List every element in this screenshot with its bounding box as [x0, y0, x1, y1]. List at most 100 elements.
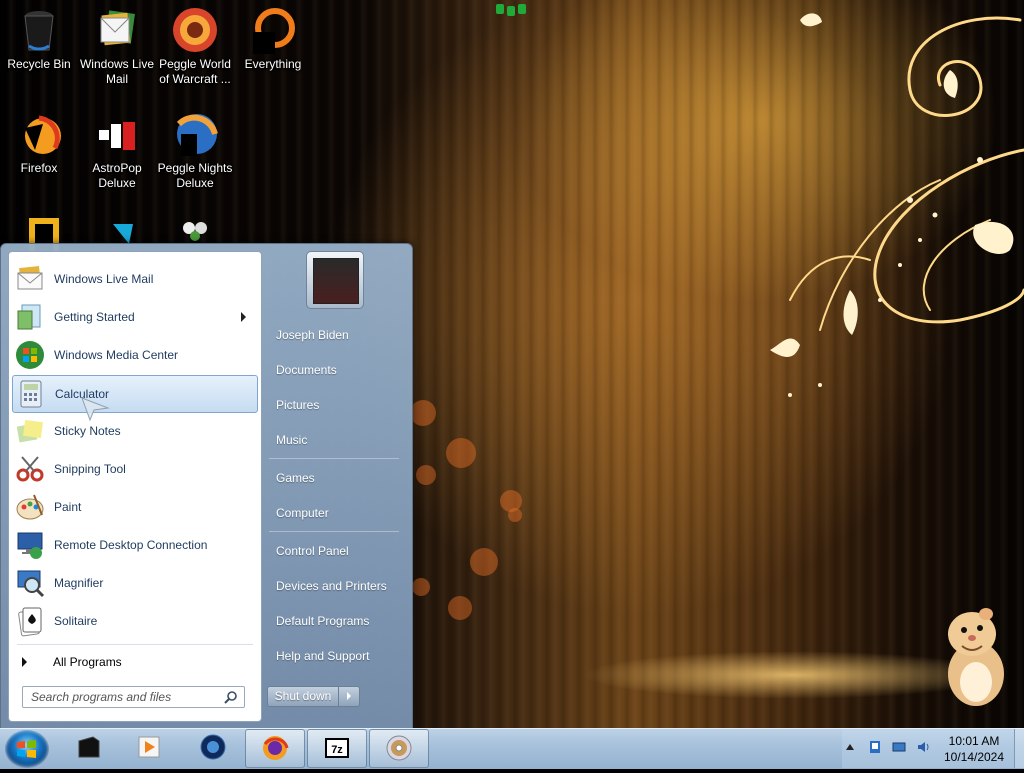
desktop-icon-peggle-nights[interactable]: Peggle Nights Deluxe	[156, 106, 234, 191]
program-remote-desktop-connection[interactable]: Remote Desktop Connection	[12, 527, 256, 563]
submenu-arrow-icon[interactable]	[241, 312, 246, 322]
right-item-label: Pictures	[276, 398, 320, 412]
program-label: Sticky Notes	[54, 424, 121, 438]
right-item-documents[interactable]: Documents	[261, 355, 406, 385]
program-label: Windows Media Center	[54, 348, 179, 362]
search-box[interactable]	[22, 686, 245, 708]
bokeh-light	[446, 438, 476, 468]
windows-media-center-icon	[14, 339, 46, 371]
mouse-cursor-icon	[81, 397, 110, 422]
recycle-bin-icon	[15, 6, 63, 54]
search-icon[interactable]	[224, 690, 238, 704]
program-snipping-tool[interactable]: Snipping Tool	[12, 451, 256, 487]
desktop-icon-windows-live-mail[interactable]: Windows Live Mail	[78, 2, 156, 87]
taskbar-button-media-player[interactable]	[120, 729, 178, 766]
program-label: Magnifier	[54, 576, 104, 590]
right-item-help-and-support[interactable]: Help and Support	[261, 641, 406, 671]
bokeh-light	[448, 596, 472, 620]
snipping-tool-icon	[14, 453, 46, 485]
shutdown-options-button[interactable]	[339, 686, 360, 707]
clock-date: 10/14/2024	[943, 750, 1005, 764]
magnifier-icon	[14, 567, 46, 599]
program-magnifier[interactable]: Magnifier	[12, 565, 256, 601]
start-menu: Windows Live Mail Getting Started Window…	[0, 243, 413, 730]
windows-logo-icon	[17, 740, 36, 758]
right-item-games[interactable]: Games	[261, 463, 406, 493]
desktop-icon-peggle-wow[interactable]: Peggle World of Warcraft ...	[156, 2, 234, 87]
program-sticky-notes[interactable]: Sticky Notes	[12, 413, 256, 449]
show-desktop-button[interactable]	[1014, 729, 1024, 768]
right-item-label: Default Programs	[276, 614, 370, 628]
paint-icon	[14, 491, 46, 523]
right-item-music[interactable]: Music	[261, 425, 406, 455]
desktop-icon-label: Recycle Bin	[7, 57, 71, 71]
peggle-nights-icon	[171, 110, 219, 158]
bokeh-light	[410, 400, 436, 426]
program-label: Paint	[54, 500, 82, 514]
clock-time: 10:01 AM	[948, 734, 1000, 748]
peggle-wow-icon	[171, 6, 219, 54]
right-item-default-programs[interactable]: Default Programs	[261, 606, 406, 636]
program-windows-media-center[interactable]: Windows Media Center	[12, 337, 256, 373]
shutdown-group: Shut down	[267, 686, 361, 707]
start-button[interactable]	[5, 730, 49, 768]
taskbar-button-firefox[interactable]	[245, 729, 305, 768]
shutdown-button[interactable]: Shut down	[267, 686, 339, 707]
right-item-pictures[interactable]: Pictures	[261, 390, 406, 420]
hamster-figure	[948, 608, 1004, 706]
taskbar-button-disc-burner[interactable]	[369, 729, 429, 768]
desktop-icon-label: Everything	[244, 57, 302, 71]
firefox-icon	[15, 110, 63, 158]
bokeh-light	[412, 578, 430, 596]
sticky-notes-icon	[14, 415, 46, 447]
system-clock[interactable]: 10:01 AM 10/14/2024	[936, 733, 1012, 765]
right-item-label: Help and Support	[276, 649, 370, 663]
right-item-devices-and-printers[interactable]: Devices and Printers	[261, 571, 406, 601]
start-menu-programs-pane: Windows Live Mail Getting Started Window…	[8, 251, 262, 722]
everything-icon	[249, 6, 297, 54]
right-divider	[269, 531, 399, 532]
top-green-glow	[496, 4, 526, 16]
right-item-label: Devices and Printers	[276, 579, 387, 593]
all-programs-button[interactable]: All Programs	[12, 649, 256, 675]
right-item-computer[interactable]: Computer	[261, 498, 406, 528]
globe-icon	[200, 734, 226, 760]
desktop-icon-astropop[interactable]: AstroPop Deluxe	[78, 106, 156, 191]
firefox-icon	[263, 736, 289, 760]
taskbar-button-globe[interactable]	[184, 729, 242, 766]
right-item-label: Joseph Biden	[276, 328, 349, 342]
taskbar-button-media-box[interactable]	[60, 729, 118, 766]
program-solitaire[interactable]: Solitaire	[12, 603, 256, 639]
search-input[interactable]	[23, 687, 221, 706]
programs-divider	[17, 644, 253, 645]
program-paint[interactable]: Paint	[12, 489, 256, 525]
action-center-icon[interactable]	[868, 740, 882, 754]
desktop-icon-firefox[interactable]: Firefox	[0, 106, 78, 176]
taskbar-button-7zip[interactable]: 7z	[307, 729, 367, 768]
chevron-right-icon	[347, 692, 351, 700]
remote-desktop-icon	[14, 529, 46, 561]
program-calculator[interactable]: Calculator	[12, 375, 258, 413]
windows-live-mail-icon	[14, 263, 46, 295]
right-item-user[interactable]: Joseph Biden	[261, 320, 406, 350]
desktop-icon-label: Peggle World of Warcraft ...	[159, 57, 231, 86]
getting-started-icon	[14, 301, 46, 333]
program-getting-started[interactable]: Getting Started	[12, 299, 256, 335]
right-item-control-panel[interactable]: Control Panel	[261, 536, 406, 566]
program-label: Solitaire	[54, 614, 98, 628]
show-hidden-icons-icon[interactable]	[846, 744, 854, 750]
desktop-icon-label: Peggle Nights Deluxe	[157, 161, 233, 190]
network-icon[interactable]	[892, 740, 906, 754]
all-programs-label: All Programs	[53, 655, 122, 669]
right-item-label: Music	[276, 433, 308, 447]
desktop-icon-recycle-bin[interactable]: Recycle Bin	[0, 2, 78, 72]
solitaire-icon	[14, 605, 46, 637]
volume-icon[interactable]	[916, 740, 930, 754]
svg-text:7z: 7z	[331, 744, 343, 756]
7zip-icon: 7z	[325, 738, 349, 758]
program-windows-live-mail[interactable]: Windows Live Mail	[12, 261, 256, 297]
desktop-icon-everything[interactable]: Everything	[234, 2, 312, 72]
desktop-icon-label: Firefox	[20, 161, 58, 175]
user-picture[interactable]	[306, 251, 364, 309]
program-label: Snipping Tool	[54, 462, 126, 476]
